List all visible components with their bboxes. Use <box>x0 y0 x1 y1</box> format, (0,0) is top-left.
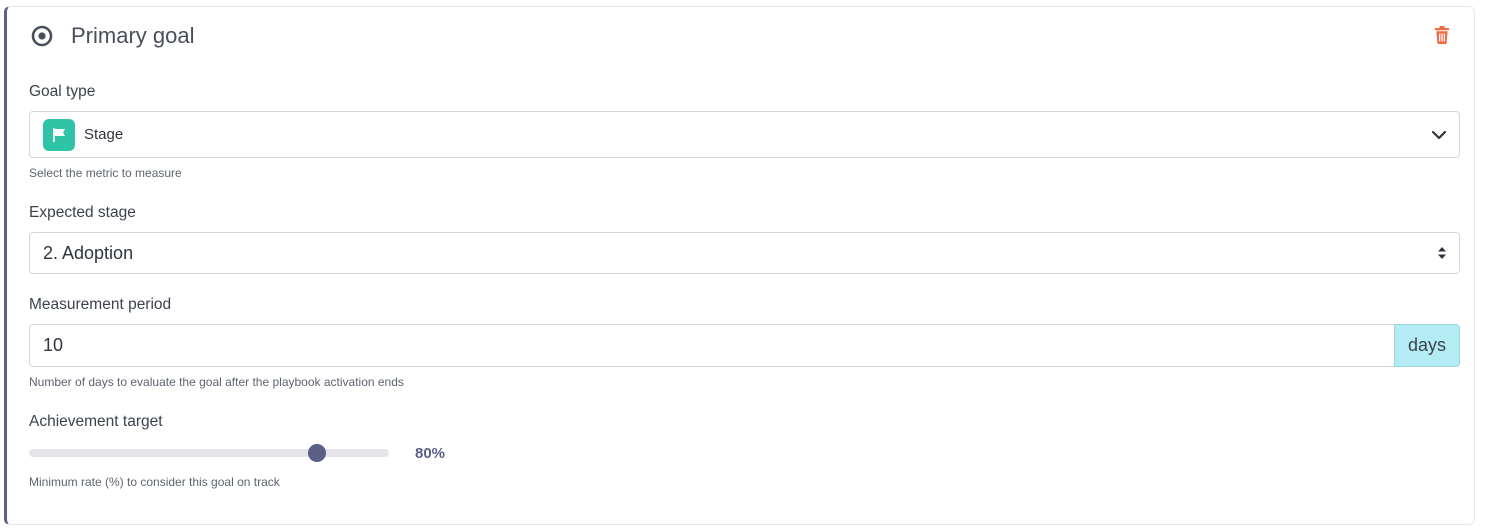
days-addon: days <box>1394 324 1460 367</box>
sort-arrows-icon <box>1437 246 1447 260</box>
expected-stage-select[interactable]: 2. Adoption <box>29 232 1460 274</box>
goal-type-select[interactable]: Stage <box>29 111 1460 158</box>
trash-icon[interactable] <box>1434 26 1450 44</box>
card-title: Primary goal <box>71 23 195 48</box>
card-header: Primary goal <box>31 21 1450 51</box>
expected-stage-value: 2. Adoption <box>43 242 134 263</box>
measurement-period-group: days <box>29 324 1460 367</box>
slider-thumb[interactable] <box>308 444 326 462</box>
achievement-target-help: Minimum rate (%) to consider this goal o… <box>29 475 280 489</box>
goal-type-help: Select the metric to measure <box>29 166 182 180</box>
achievement-target-slider[interactable] <box>29 444 389 462</box>
chevron-down-icon <box>1431 130 1447 140</box>
measurement-period-help: Number of days to evaluate the goal afte… <box>29 375 404 389</box>
target-icon <box>31 25 53 47</box>
measurement-period-input[interactable] <box>29 324 1394 367</box>
measurement-period-label: Measurement period <box>29 296 172 313</box>
stage-badge <box>43 118 75 151</box>
goal-type-label: Goal type <box>29 83 96 100</box>
expected-stage-label: Expected stage <box>29 204 136 221</box>
achievement-target-label: Achievement target <box>29 413 163 430</box>
flag-icon <box>53 127 65 142</box>
goal-type-value: Stage <box>84 126 124 143</box>
primary-goal-card: Primary goal Goal type Stage Select the … <box>4 6 1475 525</box>
achievement-target-value: 80% <box>415 445 446 462</box>
